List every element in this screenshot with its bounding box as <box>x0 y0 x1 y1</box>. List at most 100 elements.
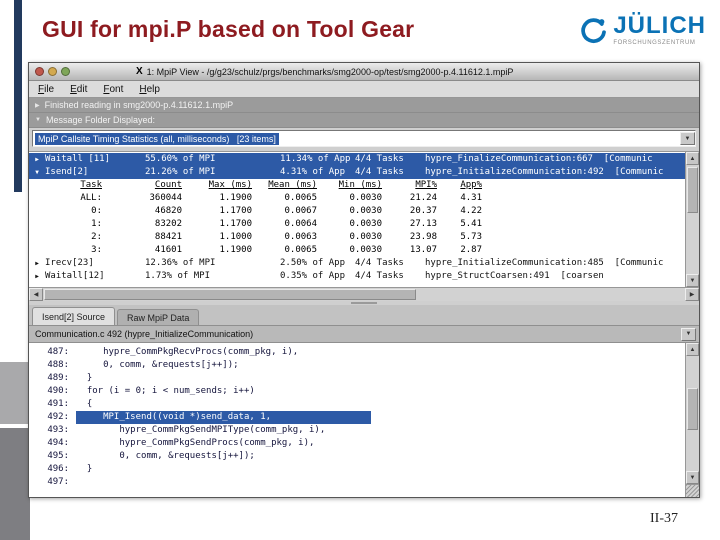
task-cell: 0.0030 <box>349 206 382 216</box>
source-line[interactable]: 490: for (i = 0; i < num_sends; i++) <box>29 385 685 398</box>
menu-help[interactable]: Help <box>139 84 160 95</box>
scrollbar-track[interactable] <box>43 288 685 301</box>
source-line-highlighted[interactable]: 492: MPI_Isend((void *)send_data, 1, <box>29 411 685 424</box>
collapsed-expander-icon[interactable]: ▶ <box>29 153 45 166</box>
window-minimize-button[interactable] <box>48 67 57 76</box>
callsite-row-irecv-23[interactable]: ▶ Irecv[23] 12.36% of MPI 2.50% of App 4… <box>29 257 685 270</box>
source-file-header[interactable]: Communication.c 492 (hypre_InitializeCom… <box>29 326 699 343</box>
left-gray-block-bottom <box>0 428 30 540</box>
source-line[interactable]: 493: hypre_CommPkgSendMPIType(comm_pkg, … <box>29 424 685 437</box>
task-row-1[interactable]: 1: 83202 1.1700 0.0064 0.0030 27.13 5.41 <box>51 218 685 231</box>
logo-subtitle: FORSCHUNGSZENTRUM <box>613 40 696 46</box>
menu-edit[interactable]: Edit <box>70 84 87 95</box>
callsite-row-isend-2[interactable]: ▼ Isend[2] 21.26% of MPI 4.31% of App 4/… <box>29 166 685 179</box>
source-line[interactable]: 494: hypre_CommPkgSendProcs(comm_pkg, i)… <box>29 437 685 450</box>
mpip-view-window: X 1: MpiP View - /g/g23/schulz/prgs/benc… <box>28 62 700 498</box>
task-cell: 5.41 <box>460 219 482 229</box>
task-cell: 4.31 <box>460 193 482 203</box>
source-file-dropdown-icon[interactable]: ▼ <box>681 327 696 341</box>
source-vertical-scrollbar[interactable]: ▲ ▼ <box>685 343 699 497</box>
window-maximize-button[interactable] <box>61 67 70 76</box>
task-column-header: Task <box>80 180 102 190</box>
task-cell: 0.0064 <box>284 219 317 229</box>
scroll-left-arrow-icon[interactable]: ◀ <box>29 288 43 301</box>
scroll-down-arrow-icon[interactable]: ▼ <box>686 274 699 287</box>
line-code: MPI_Isend((void *)send_data, 1, <box>76 411 372 424</box>
message-row-finished-reading[interactable]: ▶ Finished reading in smg2000-p.4.11612.… <box>29 98 699 113</box>
stats-selector-dropdown-icon[interactable]: ▼ <box>680 132 695 145</box>
collapsed-expander-icon[interactable]: ▶ <box>35 102 40 109</box>
line-code: } <box>76 464 93 474</box>
callsite-row-waitall-12[interactable]: ▶ Waitall[12] 1.73% of MPI 0.35% of App … <box>29 270 685 283</box>
callsite-location: hypre_StructCoarsen:491 [coarsen <box>425 271 604 281</box>
stats-selector-combobox[interactable]: MpiP Callsite Timing Statistics (all, mi… <box>32 130 696 147</box>
source-line[interactable]: 495: 0, comm, &requests[j++]); <box>29 450 685 463</box>
splitter-grip[interactable] <box>351 302 377 304</box>
juelich-swoosh-icon <box>581 18 607 43</box>
task-cell: 0.0065 <box>284 193 317 203</box>
window-close-button[interactable] <box>35 67 44 76</box>
source-line[interactable]: 487: hypre_CommPkgRecvProcs(comm_pkg, i)… <box>29 346 685 359</box>
source-line[interactable]: 491: { <box>29 398 685 411</box>
line-number: 487: <box>47 347 69 357</box>
juelich-logo: JÜLICH FORSCHUNGSZENTRUM <box>577 13 706 46</box>
scrollbar-thumb[interactable] <box>687 167 698 213</box>
task-row-all[interactable]: ALL: 360044 1.1900 0.0065 0.0030 21.24 4… <box>51 192 685 205</box>
task-cell: 0.0065 <box>284 245 317 255</box>
task-cell: 0.0030 <box>349 219 382 229</box>
menu-font[interactable]: Font <box>103 84 123 95</box>
line-code: } <box>76 373 93 383</box>
task-cell: 46820 <box>154 206 182 216</box>
source-line[interactable]: 497: <box>29 476 685 489</box>
source-line[interactable]: 488: 0, comm, &requests[j++]); <box>29 359 685 372</box>
window-resize-grip[interactable] <box>686 484 699 497</box>
tab-raw-mpip-data[interactable]: Raw MpiP Data <box>117 309 200 325</box>
task-row-3[interactable]: 3: 41601 1.1900 0.0065 0.0030 13.07 2.87 <box>51 244 685 257</box>
scrollbar-track[interactable] <box>686 356 699 471</box>
task-column-header: App% <box>460 180 482 190</box>
menu-file[interactable]: File <box>38 84 54 95</box>
task-cell: 4.22 <box>460 206 482 216</box>
source-line[interactable]: 496: } <box>29 463 685 476</box>
tab-bar: Isend[2] Source Raw MpiP Data <box>29 305 699 326</box>
collapsed-expander-icon[interactable]: ▶ <box>29 270 45 283</box>
line-number: 491: <box>47 399 69 409</box>
callsite-mpi-percent: 12.36% of MPI <box>145 258 216 268</box>
task-row-2[interactable]: 2: 88421 1.1000 0.0063 0.0030 23.98 5.73 <box>51 231 685 244</box>
source-line[interactable]: 489: } <box>29 372 685 385</box>
scroll-up-arrow-icon[interactable]: ▲ <box>686 152 699 165</box>
expanded-expander-icon[interactable]: ▼ <box>29 166 45 179</box>
task-cell: 21.24 <box>409 193 437 203</box>
task-cell: 1.1900 <box>219 245 252 255</box>
line-number: 497: <box>47 477 69 487</box>
scroll-down-arrow-icon[interactable]: ▼ <box>686 471 699 484</box>
task-row-0[interactable]: 0: 46820 1.1700 0.0067 0.0030 20.37 4.22 <box>51 205 685 218</box>
line-code: { <box>76 399 93 409</box>
task-cell: 1.1000 <box>219 232 252 242</box>
callsite-tasks: 4/4 Tasks <box>355 258 404 268</box>
task-cell: 27.13 <box>409 219 437 229</box>
line-number: 496: <box>47 464 69 474</box>
task-column-header: Count <box>154 180 182 190</box>
scroll-right-arrow-icon[interactable]: ▶ <box>685 288 699 301</box>
task-table-header-row: Task Count Max (ms) Mean (ms) Min (ms) M… <box>51 179 685 192</box>
scrollbar-thumb[interactable] <box>44 289 417 300</box>
juelich-logo-text: JÜLICH FORSCHUNGSZENTRUM <box>613 13 706 47</box>
table-horizontal-scrollbar[interactable]: ◀ ▶ <box>29 287 699 301</box>
message-row-folder-displayed[interactable]: ▼ Message Folder Displayed: <box>29 113 699 128</box>
table-vertical-scrollbar[interactable]: ▲ ▼ <box>685 152 699 287</box>
scroll-up-arrow-icon[interactable]: ▲ <box>686 343 699 356</box>
task-cell: 1.1700 <box>219 206 252 216</box>
tab-isend-source[interactable]: Isend[2] Source <box>32 307 116 325</box>
expanded-expander-icon[interactable]: ▼ <box>35 117 41 123</box>
scrollbar-track[interactable] <box>686 165 699 274</box>
callsite-tasks: 4/4 Tasks <box>355 154 404 164</box>
scrollbar-thumb[interactable] <box>687 388 698 430</box>
window-title: 1: MpiP View - /g/g23/schulz/prgs/benchm… <box>146 66 514 77</box>
callsite-row-waitall-11[interactable]: ▶ Waitall [11] 55.60% of MPI 11.34% of A… <box>29 153 685 166</box>
task-cell: 360044 <box>149 193 182 203</box>
task-cell: 1: <box>91 219 102 229</box>
callsite-app-percent: 11.34% of App <box>280 154 351 164</box>
window-titlebar[interactable]: X 1: MpiP View - /g/g23/schulz/prgs/benc… <box>29 63 699 81</box>
collapsed-expander-icon[interactable]: ▶ <box>29 257 45 270</box>
